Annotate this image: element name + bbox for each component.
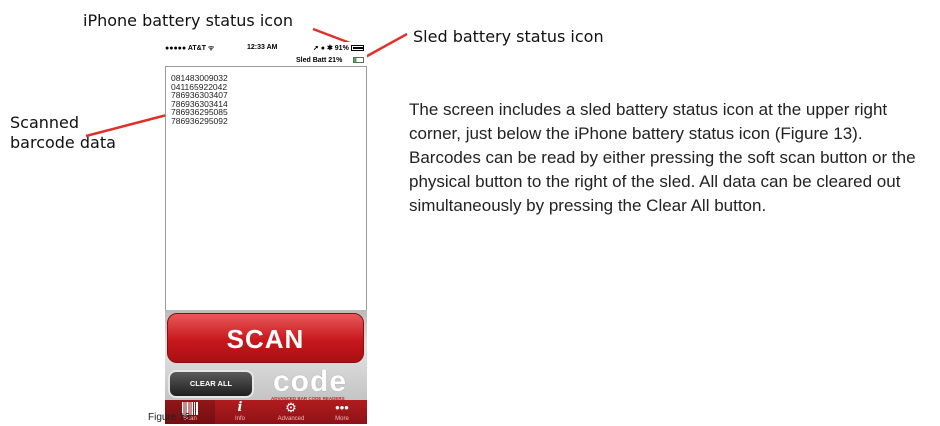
body-paragraph: The screen includes a sled battery statu… [409,100,916,215]
info-icon: i [237,400,243,415]
sled-battery-label: Sled Batt 21% [296,57,343,64]
gear-icon: ⚙ [285,400,297,415]
status-time: 12:33 AM [247,44,278,51]
scanned-data-callout: Scanned barcode data [10,113,116,152]
code-logo: code [273,365,348,398]
figure-caption: Figure 13 [148,412,191,423]
ios-status-bar: ●●●●● AT&T ᯤ 12:33 AM ➚ ● ✱ 91% [165,42,367,54]
more-icon: ••• [335,400,349,415]
tab-advanced[interactable]: ⚙ Advanced [266,400,316,424]
tab-bar: Scan i Info ⚙ Advanced ••• More [165,400,367,424]
sled-leader-line [359,32,408,62]
scan-data-area[interactable]: 081483009032 041165922042 786936303407 7… [165,66,367,311]
control-panel: SCAN CLEAR ALL code ADVANCED BAR CODE RE… [165,310,367,401]
sled-status-bar: Sled Batt 21% [165,54,367,66]
iphone-battery-icon [351,45,364,51]
scan-button[interactable]: SCAN [167,313,364,363]
tab-more[interactable]: ••• More [317,400,367,424]
tab-label: More [335,416,349,422]
iphone-battery-callout: iPhone battery status icon [83,11,293,30]
status-indicators: ➚ ● ✱ 91% [313,45,349,52]
scan-entry: 786936295092 [171,115,228,126]
tab-label: Info [234,416,245,422]
phone-screen: ●●●●● AT&T ᯤ 12:33 AM ➚ ● ✱ 91% Sled Bat… [165,42,367,424]
sled-battery-icon [353,57,364,63]
carrier-signal: ●●●●● AT&T ᯤ [165,45,215,52]
tab-label: Advanced [277,416,305,422]
tab-info[interactable]: i Info [215,400,265,424]
clear-all-button[interactable]: CLEAR ALL [168,370,254,398]
sled-battery-callout: Sled battery status icon [413,27,604,46]
scan-list: 081483009032 041165922042 786936303407 7… [166,74,228,126]
